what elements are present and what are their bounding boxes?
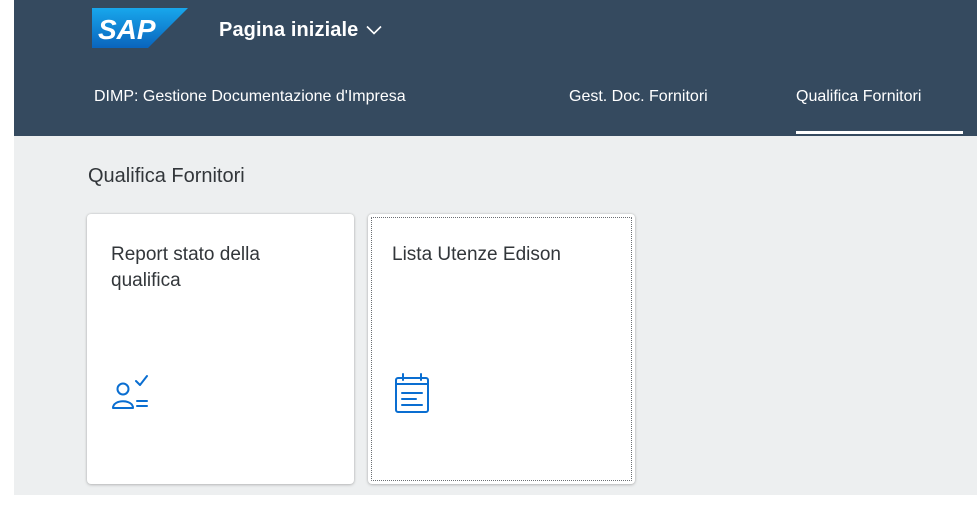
user-check-list-icon: [111, 372, 155, 416]
launchpad: SAP Pagina iniziale DIMP: Gestione Docum…: [14, 0, 977, 495]
tab-gest-doc-fornitori[interactable]: Gest. Doc. Fornitori: [569, 88, 708, 106]
logo-text: SAP: [98, 14, 156, 45]
tile-report-stato-qualifica[interactable]: Report stato della qualifica: [87, 214, 354, 484]
calendar-list-icon: [392, 372, 436, 416]
tile-lista-utenze-edison[interactable]: Lista Utenze Edison: [368, 214, 635, 484]
tab-qualifica-fornitori[interactable]: Qualifica Fornitori: [796, 88, 921, 106]
tile-title: Lista Utenze Edison: [392, 244, 561, 265]
tab-dimp-gestione-documentazione[interactable]: DIMP: Gestione Documentazione d'Impresa: [94, 88, 406, 106]
tile-title: Report stato della qualifica: [111, 244, 260, 291]
section-title: Qualifica Fornitori: [88, 165, 245, 187]
app-title: Pagina iniziale: [219, 18, 359, 41]
home-title-menu-button[interactable]: Pagina iniziale: [219, 8, 382, 52]
shell-header: SAP Pagina iniziale DIMP: Gestione Docum…: [14, 0, 977, 136]
sap-logo[interactable]: SAP: [92, 8, 188, 48]
chevron-down-icon: [366, 25, 382, 35]
active-tab-indicator: [796, 131, 963, 134]
